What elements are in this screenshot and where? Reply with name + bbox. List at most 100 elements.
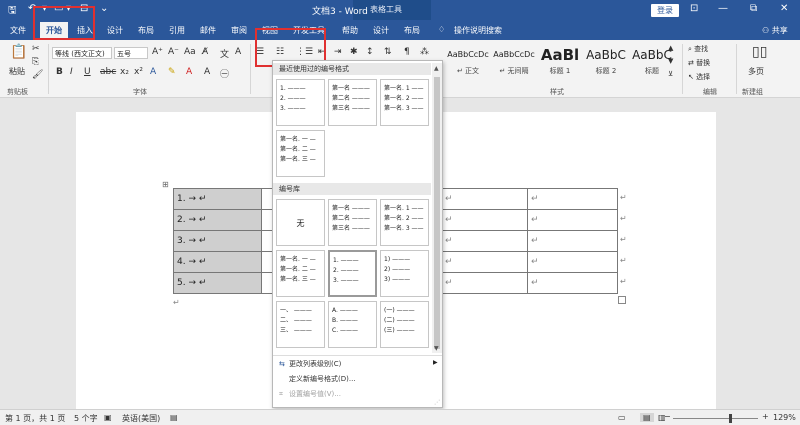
tab-table-layout[interactable]: 布局 xyxy=(404,25,420,36)
recent-format-1[interactable]: 1. ——— 2. ——— 3. ——— xyxy=(276,79,325,126)
table-cell[interactable]: 5. → ↵ xyxy=(173,272,262,294)
recent-format-4[interactable]: 第一名. 一 — 第一名. 二 — 第一名. 三 — xyxy=(276,130,325,177)
zoom-out-icon[interactable]: − xyxy=(664,412,671,421)
table-cell[interactable]: ↵ xyxy=(527,251,618,273)
table-resize-handle[interactable] xyxy=(618,296,626,304)
show-marks-icon[interactable]: ¶ xyxy=(404,47,410,57)
grow-font-icon[interactable]: A⁺ xyxy=(152,47,163,57)
strikethrough-icon[interactable]: abc xyxy=(100,67,116,77)
find-button[interactable]: ⌕ 查找 xyxy=(688,44,708,54)
share-button[interactable]: ⚇ 共享 xyxy=(762,25,788,36)
recent-format-2[interactable]: 第一名 ——— 第二名 ——— 第三名 ——— xyxy=(328,79,377,126)
change-case-icon[interactable]: Aa xyxy=(184,47,196,57)
char-shading-icon[interactable]: A xyxy=(204,67,210,77)
library-format-none[interactable]: 无 xyxy=(276,199,325,246)
table-cell[interactable]: ↵ xyxy=(441,209,528,231)
line-spacing-icon[interactable]: ↕ xyxy=(366,47,374,57)
styles-scroll-down-icon[interactable]: ▼ xyxy=(668,57,673,65)
para-mark-icon[interactable]: ⁂ xyxy=(420,47,429,57)
tab-table-design[interactable]: 设计 xyxy=(373,25,389,36)
change-list-level-item[interactable]: ⇆ 更改列表级别(C) xyxy=(279,359,341,369)
paste-button[interactable]: 粘贴 xyxy=(9,66,25,77)
save-icon[interactable]: 🖫 xyxy=(8,3,17,20)
tab-help[interactable]: 帮助 xyxy=(342,25,358,36)
table-cell[interactable]: ↵ xyxy=(527,209,618,231)
panel-scrollbar[interactable]: ▲ ▼ xyxy=(432,63,442,353)
restore-button[interactable]: ⧉ xyxy=(750,3,757,14)
ribbon-display-icon[interactable]: ⊡ xyxy=(690,3,698,14)
table-cell[interactable]: ↵ xyxy=(441,188,528,210)
tab-layout[interactable]: 布局 xyxy=(138,25,154,36)
tab-mailings[interactable]: 邮件 xyxy=(200,25,216,36)
library-format[interactable]: 第一名 ——— 第二名 ——— 第三名 ——— xyxy=(328,199,377,246)
minimize-button[interactable]: — xyxy=(718,3,728,14)
print-layout-icon[interactable]: ▤ xyxy=(640,413,654,422)
styles-scroll-up-icon[interactable]: ▲ xyxy=(668,44,673,52)
table-cell[interactable]: 1. → ↵ xyxy=(173,188,262,210)
library-format[interactable]: (一) ——— (二) ——— (三) ——— xyxy=(380,301,429,348)
table-cell[interactable]: ↵ xyxy=(441,251,528,273)
font-size-combo[interactable]: 五号 xyxy=(114,47,148,59)
scroll-thumb[interactable] xyxy=(434,77,440,349)
table-cell[interactable]: ↵ xyxy=(441,272,528,294)
font-color-icon[interactable]: A xyxy=(186,67,192,77)
multipage-icon[interactable]: ▯▯ xyxy=(752,44,767,60)
table-cell[interactable]: ↵ xyxy=(527,272,618,294)
style-normal[interactable]: AaBbCcDc ↵ 正文 xyxy=(446,44,490,84)
zoom-level[interactable]: 129% xyxy=(773,413,796,422)
close-button[interactable]: ✕ xyxy=(780,3,788,14)
tab-review[interactable]: 审阅 xyxy=(231,25,247,36)
library-format[interactable]: 一、 ——— 二、 ——— 三、 ——— xyxy=(276,301,325,348)
phonetic-guide-icon[interactable]: 文 xyxy=(220,47,229,60)
char-border-icon[interactable]: A xyxy=(235,47,241,57)
language[interactable]: 英语(美国) xyxy=(122,413,160,424)
page-count[interactable]: 第 1 页，共 1 页 xyxy=(5,413,65,424)
scroll-up-icon[interactable]: ▲ xyxy=(434,65,439,72)
tell-me-search[interactable]: 操作说明搜索 xyxy=(454,25,502,36)
clear-format-icon[interactable]: A̸ xyxy=(202,47,208,57)
proofing-icon[interactable]: ▣ xyxy=(104,413,112,422)
table-cell[interactable]: ↵ xyxy=(441,230,528,252)
style-no-spacing[interactable]: AaBbCcDc ↵ 无间隔 xyxy=(492,44,536,84)
library-format[interactable]: 第一名. 1 —— 第一名. 2 —— 第一名. 3 —— xyxy=(380,199,429,246)
zoom-slider[interactable] xyxy=(673,418,758,419)
bold-button[interactable]: B xyxy=(56,67,63,77)
style-heading-2[interactable]: AaBbC 标题 2 xyxy=(584,44,628,84)
highlight-icon[interactable]: ✎ xyxy=(168,67,176,77)
paste-icon[interactable]: 📋 xyxy=(10,44,27,60)
library-format[interactable]: A. ——— B. ——— C. ——— xyxy=(328,301,377,348)
table-cell[interactable]: ↵ xyxy=(527,188,618,210)
copy-icon[interactable]: ⎘ xyxy=(32,57,39,67)
increase-indent-icon[interactable]: ⇥ xyxy=(334,47,342,57)
shrink-font-icon[interactable]: A⁻ xyxy=(168,47,179,57)
define-new-format-item[interactable]: 定义新编号格式(D)... xyxy=(279,374,356,384)
sort-icon[interactable]: ⇅ xyxy=(384,47,392,57)
multipage-button[interactable]: 多页 xyxy=(748,66,764,77)
scroll-down-icon[interactable]: ▼ xyxy=(434,345,439,352)
word-count[interactable]: 5 个字 xyxy=(74,413,98,424)
italic-button[interactable]: I xyxy=(70,67,73,77)
customize-toolbar-icon[interactable]: ⌄ xyxy=(100,3,108,14)
superscript-icon[interactable]: x² xyxy=(134,67,143,77)
tab-design[interactable]: 设计 xyxy=(107,25,123,36)
cut-icon[interactable]: ✂ xyxy=(32,44,40,54)
set-numbering-value-item[interactable]: ⌗ 设置编号值(V)... xyxy=(279,389,341,399)
table-cell[interactable]: 4. → ↵ xyxy=(173,251,262,273)
library-format-selected[interactable]: 1. ——— 2. ——— 3. ——— xyxy=(328,250,377,297)
login-button[interactable]: 登录 xyxy=(651,4,679,17)
subscript-icon[interactable]: x₂ xyxy=(120,67,129,77)
replace-button[interactable]: ⇄ 替换 xyxy=(688,58,710,68)
chinese-layout-icon[interactable]: ✱ xyxy=(350,47,358,57)
format-painter-icon[interactable]: 🖌 xyxy=(32,70,43,80)
table-cell[interactable]: ↵ xyxy=(527,230,618,252)
text-effects-icon[interactable]: A xyxy=(150,67,156,77)
style-heading-1[interactable]: AaBl 标题 1 xyxy=(538,44,582,84)
zoom-in-icon[interactable]: + xyxy=(762,412,769,421)
resize-grip-icon[interactable]: ⋰ xyxy=(434,399,440,406)
library-format[interactable]: 1) ——— 2) ——— 3) ——— xyxy=(380,250,429,297)
macro-icon[interactable]: ▤ xyxy=(170,413,178,422)
enclose-char-icon[interactable]: ㊀ xyxy=(220,67,229,80)
font-name-combo[interactable]: 等线 (西文正文) xyxy=(52,47,112,59)
tab-references[interactable]: 引用 xyxy=(169,25,185,36)
styles-more-icon[interactable]: ⊻ xyxy=(668,70,673,78)
